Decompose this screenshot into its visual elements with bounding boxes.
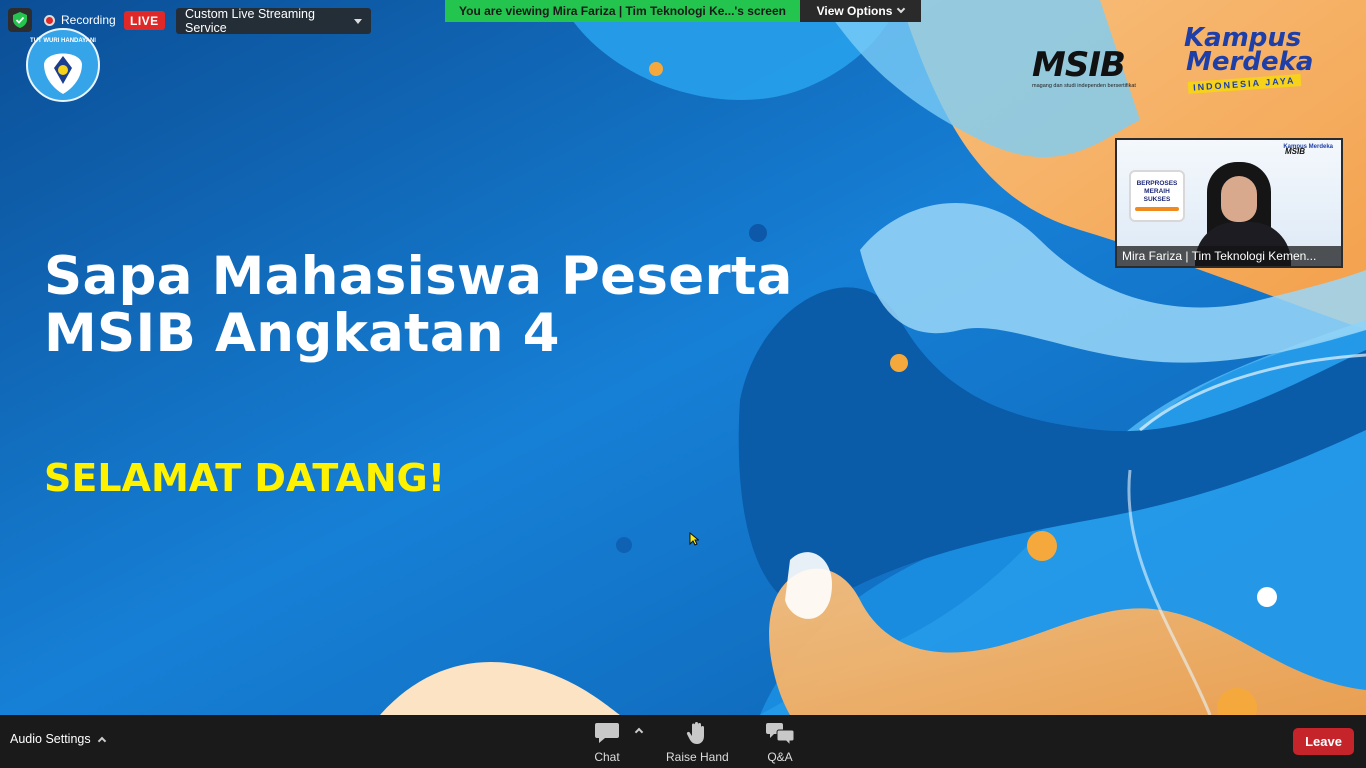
slide-title-line2: MSIB Angkatan 4 <box>44 303 560 364</box>
badge-stripe <box>1135 207 1179 211</box>
msib-logo-word: MSIB <box>1032 45 1126 85</box>
shared-screen: TUT WURI HANDAYANI MSIB magang dan studi… <box>0 0 1366 715</box>
audio-settings-button[interactable]: Audio Settings <box>10 732 106 746</box>
badge-line1: BERPROSES <box>1136 180 1178 187</box>
view-options-label: View Options <box>816 4 893 18</box>
kampus-merdeka-logo-line3: INDONESIA JAYA <box>1187 74 1301 94</box>
badge-line3: SUKSES <box>1143 196 1171 203</box>
badge-line2: MERAIH <box>1144 188 1170 195</box>
raise-hand-label: Raise Hand <box>666 750 729 764</box>
recording-indicator[interactable]: Recording <box>44 11 116 29</box>
speaker-face <box>1221 176 1257 222</box>
mouse-cursor-icon <box>689 532 699 546</box>
kampus-merdeka-logo: Kampus Merdeka INDONESIA JAYA <box>1184 25 1324 100</box>
svg-text:TUT WURI HANDAYANI: TUT WURI HANDAYANI <box>30 38 96 44</box>
participant-name-label: Mira Fariza | Tim Teknologi Kemen... <box>1117 246 1341 266</box>
chevron-up-icon[interactable] <box>97 736 106 746</box>
live-streaming-service-dropdown[interactable]: Custom Live Streaming Service <box>176 7 371 35</box>
chevron-down-icon <box>897 4 906 14</box>
qa-button[interactable]: Q&A <box>766 721 794 765</box>
live-badge[interactable]: LIVE <box>124 11 165 30</box>
meeting-toolbar: Audio Settings Chat Raise Hand Q&A Leave <box>0 715 1366 768</box>
caret-down-icon <box>354 18 362 24</box>
qa-bubbles-icon <box>766 723 794 745</box>
chat-label: Chat <box>594 750 620 764</box>
slide-title: Sapa Mahasiswa Peserta MSIB Angkatan 4 <box>44 248 793 362</box>
slide-title-line1: Sapa Mahasiswa Peserta <box>44 246 793 307</box>
msib-logo-tagline: magang dan studi independen bersertifika… <box>1032 83 1136 89</box>
chat-bubble-icon <box>595 723 619 743</box>
audio-settings-label: Audio Settings <box>10 732 91 746</box>
msib-logo: MSIB magang dan studi independen bersert… <box>1032 48 1160 94</box>
recording-label: Recording <box>61 13 116 27</box>
viewing-screen-banner: You are viewing Mira Fariza | Tim Teknol… <box>445 0 800 22</box>
slide-subtitle: SELAMAT DATANG! <box>44 456 446 500</box>
berproses-meraih-sukses-badge: BERPROSES MERAIH SUKSES <box>1129 170 1185 222</box>
tut-wuri-handayani-logo: TUT WURI HANDAYANI <box>26 28 100 102</box>
live-streaming-service-label: Custom Live Streaming Service <box>185 7 315 35</box>
qa-label: Q&A <box>767 750 793 764</box>
hand-icon <box>687 722 705 744</box>
video-kampus-merdeka-logo: Kampus Merdeka <box>1283 144 1333 150</box>
chat-button[interactable]: Chat <box>594 721 620 765</box>
raise-hand-button[interactable]: Raise Hand <box>666 721 729 765</box>
chat-options-caret-icon[interactable] <box>634 727 644 737</box>
recording-dot-icon <box>44 14 55 26</box>
participant-video-thumbnail[interactable]: MSIB Kampus Merdeka BERPROSES MERAIH SUK… <box>1115 138 1343 268</box>
kampus-merdeka-logo-line2: Merdeka <box>1186 47 1314 77</box>
security-shield-icon[interactable] <box>8 8 32 32</box>
view-options-button[interactable]: View Options <box>800 0 921 22</box>
leave-button[interactable]: Leave <box>1293 728 1354 755</box>
